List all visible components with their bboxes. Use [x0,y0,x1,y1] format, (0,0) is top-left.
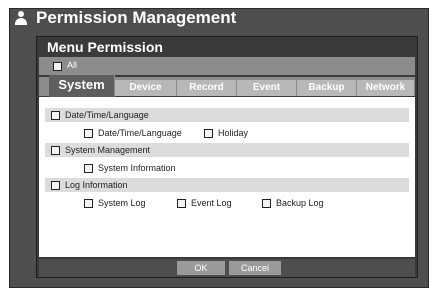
item-checkbox-event-log[interactable] [177,199,186,208]
tab-backup[interactable]: Backup [297,80,357,96]
group-checkbox-system-management[interactable] [51,146,60,155]
tab-record[interactable]: Record [177,80,237,96]
group-system-management: System Management [45,143,409,157]
group-label: System Management [65,145,151,155]
item-label: Date/Time/Language [98,128,182,138]
tab-event[interactable]: Event [237,80,297,96]
group-label: Log Information [65,180,128,190]
group-date-time-language: Date/Time/Language [45,108,409,122]
all-checkbox[interactable] [53,62,62,71]
dialog-button-bar: OK Cancel [39,259,415,277]
user-icon [14,10,28,26]
tab-bar: System Device Record Event Backup Networ… [39,75,415,97]
window-title-bar: Permission Management [14,8,236,28]
group-checkbox-date-time-language[interactable] [51,111,60,120]
item-checkbox-backup-log[interactable] [262,199,271,208]
tab-system[interactable]: System [49,75,115,97]
item-checkbox-system-information[interactable] [84,164,93,173]
item-checkbox-holiday[interactable] [204,129,213,138]
permission-list: Date/Time/Language Date/Time/Language Ho… [39,97,415,257]
window-title: Permission Management [36,8,237,27]
all-checkbox-row: All [39,57,415,75]
tab-network[interactable]: Network [357,80,415,96]
cancel-button[interactable]: Cancel [229,261,281,275]
ok-button[interactable]: OK [177,261,225,275]
group-checkbox-log-information[interactable] [51,181,60,190]
tab-device[interactable]: Device [115,80,177,96]
item-label: Backup Log [276,198,324,208]
item-label: Holiday [218,128,249,138]
item-checkbox-system-log[interactable] [84,199,93,208]
item-label: Event Log [191,198,232,208]
group-log-information: Log Information [45,178,409,192]
all-label: All [67,60,78,70]
item-label: System Information [98,163,176,173]
menu-permission-dialog: Menu Permission All System Device Record… [36,36,418,278]
group-label: Date/Time/Language [65,110,149,120]
item-checkbox-date-time-language[interactable] [84,129,93,138]
dialog-title: Menu Permission [47,39,163,55]
item-label: System Log [98,198,146,208]
